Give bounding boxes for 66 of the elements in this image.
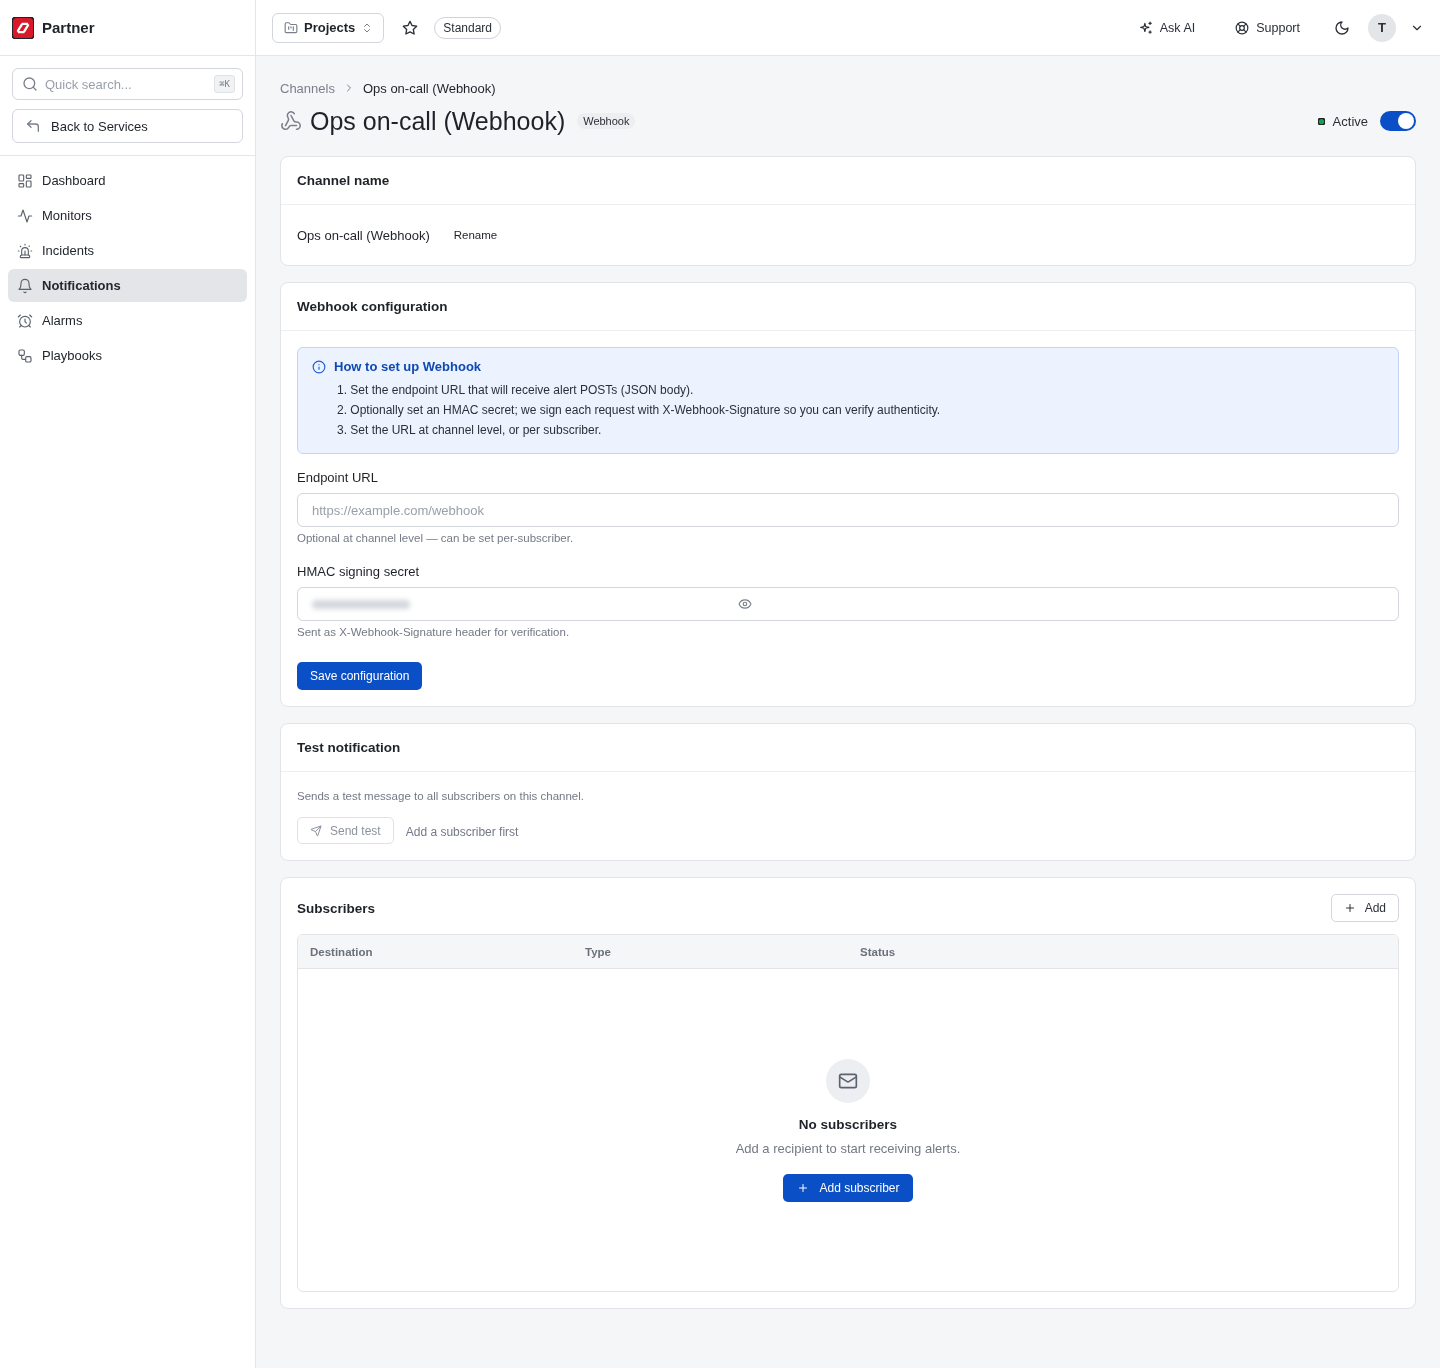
nav-item[interactable]: Dashboard <box>8 164 247 197</box>
back-arrow-icon <box>25 118 41 134</box>
type-badge: Webhook <box>577 113 636 129</box>
info-icon <box>312 359 326 374</box>
ask-ai-button[interactable]: Ask AI <box>1132 16 1202 39</box>
workflow-icon <box>17 347 33 364</box>
breadcrumb-current: Ops on-call (Webhook) <box>362 80 496 96</box>
column-header: Destination <box>310 945 374 958</box>
breadcrumb-link[interactable]: Channels <box>280 80 335 96</box>
star-icon[interactable] <box>402 19 419 36</box>
note-text: Add a subscriber first <box>405 824 519 839</box>
pulse-icon <box>17 207 33 224</box>
setup-step: 2. Optionally set an HMAC secret; we sign each request with X-Webhook-Signature so you can verify authenticity. <box>337 400 1384 420</box>
projects-button[interactable]: Projects <box>272 12 385 43</box>
moon-icon[interactable] <box>1334 19 1350 36</box>
field-label: HMAC signing secret <box>297 564 421 579</box>
sparkle-icon <box>1138 20 1153 35</box>
search-icon <box>22 76 38 92</box>
grid-icon <box>17 172 33 189</box>
card-title: Webhook configuration <box>297 299 448 314</box>
rename-button[interactable]: Rename <box>443 223 508 247</box>
brand-name: Partner <box>42 19 95 36</box>
webhook-icon <box>280 110 302 132</box>
channel-name: Ops on-call (Webhook) <box>297 227 430 243</box>
nav-item[interactable]: Playbooks <box>8 339 247 372</box>
alarm-clock-icon <box>17 312 33 329</box>
page-title: Ops on-call (Webhook) <box>310 106 566 137</box>
eye-icon[interactable] <box>738 597 752 611</box>
endpoint-url-field[interactable]: https://example.com/webhook <box>297 493 1399 527</box>
keyboard-shortcut: ⌘K <box>214 75 235 93</box>
plus-icon <box>797 1181 810 1194</box>
field-hint: Optional at channel level — can be set per-subscriber. <box>297 532 575 544</box>
card-title: Subscribers <box>297 900 376 916</box>
column-header: Status <box>860 945 897 958</box>
back-button[interactable]: Back to Services <box>12 109 243 143</box>
folder-icon <box>284 20 298 35</box>
siren-icon <box>17 242 33 259</box>
card-title: Test notification <box>297 740 401 755</box>
description: Sends a test message to all subscribers on this channel. <box>297 789 586 804</box>
card-title: Channel name <box>297 173 390 188</box>
nav-item[interactable]: Incidents <box>8 234 247 267</box>
toggle-switch[interactable] <box>1380 111 1416 131</box>
plus-icon <box>1343 902 1356 914</box>
add-subscriber-button[interactable]: Add subscriber <box>783 1173 913 1202</box>
avatar[interactable]: T <box>1368 13 1396 42</box>
bell-icon <box>17 277 33 294</box>
logo-icon <box>12 16 34 39</box>
send-icon <box>310 824 322 837</box>
empty-description: Add a recipient to start receiving alerts. <box>735 1140 961 1156</box>
add-button[interactable]: Add <box>1330 894 1399 922</box>
secret-field[interactable] <box>297 587 1399 621</box>
status-text: Active <box>1332 113 1368 129</box>
nav-item[interactable]: Notifications <box>8 269 247 302</box>
support-button[interactable]: Support <box>1229 16 1306 39</box>
field-hint: Sent as X-Webhook-Signature header for verification. <box>297 626 571 638</box>
setup-step: 3. Set the URL at channel level, or per subscriber. <box>337 420 1384 440</box>
nav-item[interactable]: Alarms <box>8 304 247 337</box>
empty-title: No subscribers <box>798 1116 898 1132</box>
column-header: Type <box>585 945 612 958</box>
field-label: Endpoint URL <box>297 470 379 485</box>
mail-icon <box>826 1058 870 1103</box>
nav-item[interactable]: Monitors <box>8 199 247 232</box>
setup-step: 1. Set the endpoint URL that will receive alert POSTs (JSON body). <box>337 380 1384 400</box>
life-buoy-icon <box>1235 20 1250 35</box>
save-button[interactable]: Save configuration <box>297 662 423 690</box>
info-title: How to set up Webhook <box>334 359 482 374</box>
